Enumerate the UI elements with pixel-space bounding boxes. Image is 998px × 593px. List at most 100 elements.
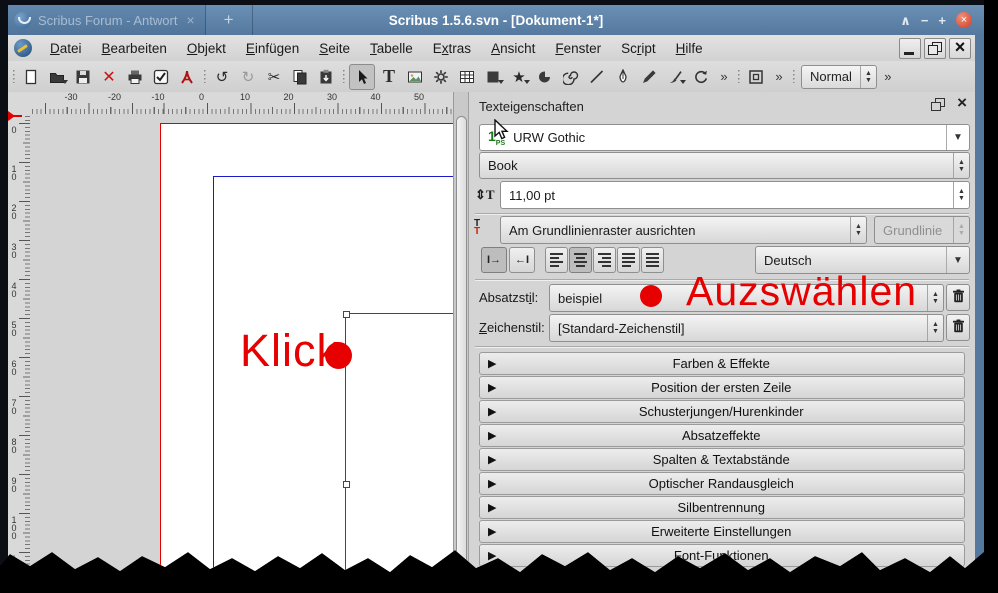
tab-close-icon[interactable]: × (184, 12, 196, 28)
spinner-arrows[interactable]: ▲▼ (953, 182, 969, 208)
new-tab-button[interactable]: + (206, 5, 253, 35)
chevron-down-icon[interactable]: ▼ (946, 247, 969, 273)
align-center-button[interactable] (569, 247, 592, 273)
cut-icon[interactable]: ✂ (262, 65, 286, 89)
close-button[interactable]: × (956, 12, 972, 28)
menu-seite[interactable]: Seite (309, 38, 360, 59)
vertical-ruler[interactable]: 0102030405060708090100110 (8, 114, 31, 593)
toolbar-overflow[interactable]: » (770, 65, 788, 89)
menu-ansicht[interactable]: Ansicht (481, 38, 545, 59)
mdi-close-icon[interactable] (949, 38, 971, 59)
menu-extras[interactable]: Extras (423, 38, 481, 59)
redo-icon[interactable]: ↻ (236, 65, 260, 89)
copy-icon[interactable] (288, 65, 312, 89)
menu-bearbeiten[interactable]: Bearbeiten (92, 38, 177, 59)
line-icon[interactable] (585, 65, 609, 89)
toolbar-overflow[interactable]: » (879, 65, 897, 89)
toolbar-handle[interactable] (10, 66, 17, 88)
font-family-combo[interactable]: 1PS URW Gothic ▼ (479, 124, 970, 151)
shade-button[interactable]: ∧ (900, 14, 911, 27)
text-frame-icon[interactable]: T (377, 65, 401, 89)
align-right-button[interactable] (593, 247, 616, 273)
spinner-arrows[interactable]: ▲▼ (927, 315, 943, 341)
pdf-export-icon[interactable] (175, 65, 199, 89)
toolbar-overflow[interactable]: » (715, 65, 733, 89)
new-document-icon[interactable] (19, 65, 43, 89)
expander-section[interactable]: ▶ Font-Funktionen (479, 544, 965, 567)
align-left-button[interactable] (545, 247, 568, 273)
direction-ltr-button[interactable]: I→ (481, 247, 507, 273)
font-style-combo[interactable]: Book ▲▼ (479, 152, 970, 179)
spinner-arrows[interactable]: ▲▼ (860, 66, 876, 88)
bezier-icon[interactable] (611, 65, 635, 89)
float-panel-icon[interactable] (931, 98, 945, 111)
expander-section[interactable]: ▶ Optischer Randausgleich (479, 472, 965, 495)
calligraphy-icon[interactable] (663, 65, 687, 89)
image-frame-icon[interactable] (403, 65, 427, 89)
paste-icon[interactable] (314, 65, 338, 89)
print-icon[interactable] (123, 65, 147, 89)
window-tab[interactable]: Scribus Forum - Antwort × (8, 5, 206, 35)
menu-tabelle[interactable]: Tabelle (360, 38, 423, 59)
ruler-label: 110 (9, 554, 19, 578)
save-icon[interactable] (71, 65, 95, 89)
line-spacing-mode-combo[interactable]: Am Grundlinienraster ausrichten ▲▼ (500, 216, 867, 244)
text-frame[interactable]: Weit hinten, hiVokalien undAbgeschiedede… (345, 313, 453, 593)
select-tool-icon[interactable] (349, 64, 375, 90)
maximize-button[interactable]: + (938, 14, 946, 27)
spinner-arrows[interactable]: ▲▼ (953, 153, 969, 178)
preview-quality-combo[interactable]: Normal ▲▼ (801, 65, 877, 89)
menu-fenster[interactable]: Fenster (545, 38, 611, 59)
scrollbar-thumb[interactable] (456, 116, 467, 589)
close-icon[interactable]: ✕ (97, 65, 121, 89)
expander-section[interactable]: ▶ Spalten & Textabstände (479, 448, 965, 471)
expander-section[interactable]: ▶ Farben & Effekte (479, 352, 965, 375)
titlebar[interactable]: Scribus 1.5.6.svn - [Dokument-1*] Scribu… (8, 5, 984, 35)
panel-close-icon[interactable]: × (957, 93, 967, 113)
menu-hilfe[interactable]: Hilfe (666, 38, 713, 59)
toolbar-separator[interactable] (790, 66, 797, 88)
canvas-vertical-scrollbar[interactable] (453, 92, 469, 593)
character-style-combo[interactable]: [Standard-Zeichenstil] ▲▼ (549, 314, 944, 342)
toolbar-separator[interactable] (735, 66, 742, 88)
preflight-icon[interactable] (149, 65, 173, 89)
frame-handle[interactable] (343, 481, 350, 488)
align-force-justify-button[interactable] (641, 247, 664, 273)
clear-paragraph-style-button[interactable] (946, 284, 970, 311)
spinner-arrows[interactable]: ▲▼ (927, 285, 943, 311)
expander-section[interactable]: ▶ Absatzeffekte (479, 424, 965, 447)
direction-rtl-button[interactable]: ←I (509, 247, 535, 273)
edit-contents-icon[interactable] (744, 65, 768, 89)
menu-script[interactable]: Script (611, 38, 666, 59)
polygon-icon[interactable]: ★ (507, 65, 531, 89)
spinner-arrows[interactable]: ▲▼ (850, 217, 866, 243)
menu-einfuegen[interactable]: Einfügen (236, 38, 309, 59)
expander-section[interactable]: ▶ Position der ersten Zeile (479, 376, 965, 399)
font-size-spinbox[interactable]: 11,00 pt ▲▼ (500, 181, 970, 209)
toolbar-separator[interactable] (340, 66, 347, 88)
table-icon[interactable] (455, 65, 479, 89)
chevron-down-icon[interactable]: ▼ (946, 125, 969, 150)
toolbar-separator[interactable] (201, 66, 208, 88)
expander-section[interactable]: ▶ Erweiterte Einstellungen (479, 520, 965, 543)
clear-character-style-button[interactable] (946, 314, 970, 341)
freehand-icon[interactable] (637, 65, 661, 89)
undo-icon[interactable]: ↺ (210, 65, 234, 89)
expander-section[interactable]: ▶ Schusterjungen/Hurenkinder (479, 400, 965, 423)
mdi-restore-icon[interactable] (924, 38, 946, 59)
expander-section[interactable]: ▶ Silbentrennung (479, 496, 965, 519)
menu-objekt[interactable]: Objekt (177, 38, 236, 59)
shape-icon[interactable] (481, 65, 505, 89)
rotate-icon[interactable] (689, 65, 713, 89)
arc-icon[interactable] (533, 65, 557, 89)
language-value: Deutsch (756, 253, 946, 268)
render-frame-icon[interactable] (429, 65, 453, 89)
horizontal-ruler[interactable]: -30-20-10010203040506070 (30, 92, 453, 115)
spiral-icon[interactable] (559, 65, 583, 89)
frame-handle[interactable] (343, 311, 350, 318)
menu-datei[interactable]: Datei (40, 38, 92, 59)
mdi-minimize-icon[interactable] (899, 38, 921, 59)
minimize-button[interactable]: − (921, 14, 929, 27)
open-document-icon[interactable] (45, 65, 69, 89)
align-justify-button[interactable] (617, 247, 640, 273)
